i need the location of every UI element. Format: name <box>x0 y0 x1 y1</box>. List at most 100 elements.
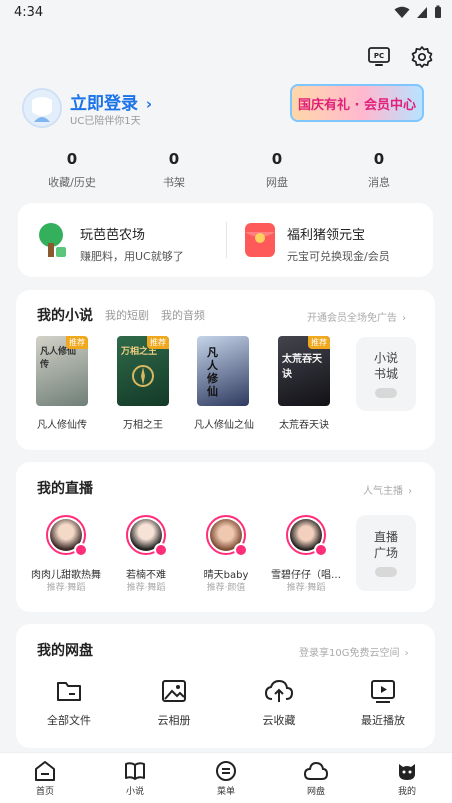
home-icon <box>35 761 55 781</box>
battery-icon <box>435 5 441 18</box>
nav-label: 小说 <box>125 787 144 797</box>
disk-recent-play[interactable]: 最近播放 <box>343 678 423 728</box>
popular-streamers-label: 人气主播 <box>363 486 403 497</box>
menu-icon <box>216 761 236 781</box>
book-tag: 推荐 <box>147 336 169 349</box>
gear-icon <box>411 46 433 68</box>
bottom-nav: 首页 小说 菜单 网盘 我的 <box>0 752 452 803</box>
promo-subtitle: 元宝可兑换现金/会员 <box>287 250 390 263</box>
stat-label: 书架 <box>163 176 185 189</box>
cloud-icon <box>303 761 329 780</box>
disk-photo-album[interactable]: 云相册 <box>134 678 214 728</box>
stat-bookshelf[interactable]: 0 书架 <box>129 150 219 190</box>
tree-icon <box>39 223 66 257</box>
streamer-item[interactable] <box>286 515 328 557</box>
book-item[interactable]: 凡人修仙 <box>197 336 249 406</box>
disk-free-space-link[interactable]: 登录享10G免费云空间 › <box>299 641 409 660</box>
status-icons <box>394 5 442 19</box>
stat-messages[interactable]: 0 消息 <box>334 150 424 190</box>
book-cover: 凡人修仙传 推荐 <box>36 336 88 406</box>
pc-mode-button[interactable]: PC <box>367 45 391 69</box>
novel-vip-link[interactable]: 开通会员全场免广告 › <box>307 306 406 325</box>
login-label: 立即登录 <box>70 94 138 114</box>
book-title: 万相之王 <box>123 420 163 431</box>
compass-emblem-icon <box>132 365 154 387</box>
farm-promo-text[interactable]: 玩芭芭农场 赚肥料，用UC就够了 <box>80 224 184 264</box>
red-envelope-icon <box>245 223 275 257</box>
streamer-item[interactable] <box>206 515 248 557</box>
book-title: 太荒吞天诀 <box>279 420 329 431</box>
stat-favorites[interactable]: 0 收藏/历史 <box>27 150 117 190</box>
user-subtitle: UC已陪伴你1天 <box>70 116 141 127</box>
stat-label: 收藏/历史 <box>48 176 96 189</box>
live-badge-icon <box>314 543 328 557</box>
default-avatar-icon <box>24 90 60 126</box>
streamer-name: 若楠不难 <box>126 570 166 581</box>
disk-item-label: 全部文件 <box>47 714 91 727</box>
live-section-title[interactable]: 我的直播 <box>37 478 93 498</box>
streamer-category: 推荐·舞蹈 <box>46 583 86 593</box>
book-cover-text: 凡人修仙 <box>207 346 218 398</box>
nav-menu[interactable]: 菜单 <box>181 753 271 803</box>
book-cover: 太荒吞天诀 推荐 <box>278 336 330 406</box>
disk-section-title[interactable]: 我的网盘 <box>37 640 93 660</box>
live-badge-icon <box>74 543 88 557</box>
stat-value: 0 <box>168 150 180 168</box>
pig-promo-text[interactable]: 福利猪领元宝 元宝可兑换现金/会员 <box>287 224 390 264</box>
disk-cloud-favorites[interactable]: 云收藏 <box>239 678 319 728</box>
streamer-category: 推荐·舞蹈 <box>126 583 166 593</box>
live-badge-icon <box>154 543 168 557</box>
nav-home[interactable]: 首页 <box>0 753 90 803</box>
recent-play-icon <box>371 680 395 703</box>
book-title: 凡人修仙传 <box>37 420 87 431</box>
settings-button[interactable] <box>410 45 434 69</box>
status-bar <box>0 0 452 26</box>
stat-value: 0 <box>66 150 78 168</box>
chevron-right-icon: › <box>404 648 409 659</box>
tab-audio[interactable]: 我的音频 <box>161 307 205 323</box>
wifi-icon <box>394 6 410 18</box>
vip-banner-text: 国庆有礼 · 会员中心 <box>298 97 416 113</box>
arrow-pill-icon <box>375 388 397 398</box>
streamer-category: 推荐·舞蹈 <box>286 583 326 593</box>
farm-promo[interactable] <box>32 221 70 263</box>
arrow-pill-icon <box>375 567 397 577</box>
book-tag: 推荐 <box>66 336 88 349</box>
nav-disk[interactable]: 网盘 <box>271 753 361 803</box>
popular-streamers-link[interactable]: 人气主播 › <box>363 479 412 498</box>
streamer-item[interactable] <box>126 515 168 557</box>
streamer-name: 晴天baby <box>203 570 249 581</box>
stat-value: 0 <box>271 150 283 168</box>
vip-center-banner[interactable]: 国庆有礼 · 会员中心 <box>290 84 424 122</box>
book-cover: 凡人修仙 <box>197 336 249 406</box>
stat-value: 0 <box>373 150 385 168</box>
streamer-name: 肉肉儿甜歌热舞 <box>31 570 101 581</box>
pc-icon-text: PC <box>374 52 384 60</box>
avatar[interactable] <box>22 88 62 128</box>
tab-short-drama[interactable]: 我的短剧 <box>105 307 149 323</box>
nav-profile[interactable]: 我的 <box>362 753 452 803</box>
streamer-item[interactable] <box>46 515 88 557</box>
nav-novel[interactable]: 小说 <box>90 753 180 803</box>
novel-section-title[interactable]: 我的小说 <box>37 305 93 325</box>
pig-promo[interactable] <box>244 222 276 262</box>
promo-title: 玩芭芭农场 <box>80 228 146 243</box>
streamer-name: 雪碧仔仔（唱… <box>271 570 341 581</box>
streamer-category: 推荐·颜值 <box>206 583 246 593</box>
status-time: 4:34 <box>14 5 44 20</box>
disk-all-files[interactable]: 全部文件 <box>29 678 109 728</box>
side-box-line: 书城 <box>373 367 398 381</box>
login-link[interactable]: 立即登录 › <box>70 89 152 114</box>
live-plaza-button[interactable]: 直播 广场 <box>356 515 416 591</box>
stat-cloud-disk[interactable]: 0 网盘 <box>232 150 322 190</box>
stat-label: 网盘 <box>266 176 288 189</box>
book-item[interactable]: 凡人修仙传 推荐 <box>36 336 88 406</box>
novel-store-button[interactable]: 小说 书城 <box>356 337 416 411</box>
stat-label: 消息 <box>368 176 390 189</box>
nav-label: 网盘 <box>306 787 325 797</box>
book-item[interactable]: 太荒吞天诀 推荐 <box>278 336 330 406</box>
book-item[interactable]: 万相之王 推荐 <box>117 336 169 406</box>
disk-free-space-label: 登录享10G免费云空间 <box>299 648 400 659</box>
disk-item-label: 云相册 <box>157 714 191 727</box>
nav-label: 菜单 <box>216 787 235 797</box>
